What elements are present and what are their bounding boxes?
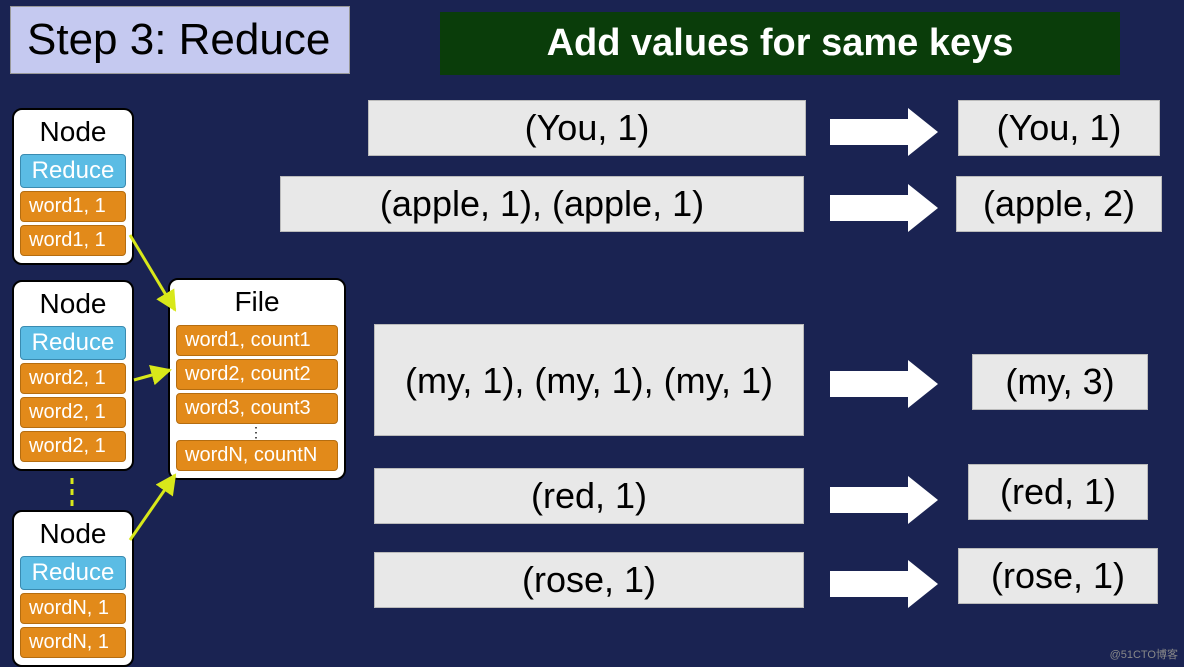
node-title: Node — [18, 286, 128, 324]
arrow-icon — [830, 476, 938, 524]
output-pair-5: (rose, 1) — [958, 548, 1158, 604]
file-item: word3, count3 — [176, 393, 338, 424]
arrow-icon — [830, 360, 938, 408]
node-title: Node — [18, 516, 128, 554]
output-pair-4: (red, 1) — [968, 464, 1148, 520]
reduce-label: Reduce — [20, 326, 126, 360]
reduce-label: Reduce — [20, 556, 126, 590]
input-pair-2: (apple, 1), (apple, 1) — [280, 176, 804, 232]
node-box-2: Node Reduce word2, 1 word2, 1 word2, 1 — [12, 280, 134, 471]
input-pair-4: (red, 1) — [374, 468, 804, 524]
input-pair-1: (You, 1) — [368, 100, 806, 156]
reduce-label: Reduce — [20, 154, 126, 188]
watermark: @51CTO博客 — [1110, 646, 1178, 662]
input-pair-3: (my, 1), (my, 1), (my, 1) — [374, 324, 804, 436]
word-item: wordN, 1 — [20, 593, 126, 624]
arrow-icon — [830, 184, 938, 232]
word-item: wordN, 1 — [20, 627, 126, 658]
input-pair-5: (rose, 1) — [374, 552, 804, 608]
output-pair-3: (my, 3) — [972, 354, 1148, 410]
file-item: wordN, countN — [176, 440, 338, 471]
arrow-icon — [830, 560, 938, 608]
ellipsis: ⋮ — [174, 427, 340, 437]
word-item: word1, 1 — [20, 225, 126, 256]
word-item: word2, 1 — [20, 363, 126, 394]
file-title: File — [174, 284, 340, 322]
node-box-3: Node Reduce wordN, 1 wordN, 1 — [12, 510, 134, 667]
file-box: File word1, count1 word2, count2 word3, … — [168, 278, 346, 480]
node-box-1: Node Reduce word1, 1 word1, 1 — [12, 108, 134, 265]
arrow-icon — [830, 108, 938, 156]
word-item: word2, 1 — [20, 431, 126, 462]
output-pair-2: (apple, 2) — [956, 176, 1162, 232]
word-item: word2, 1 — [20, 397, 126, 428]
word-item: word1, 1 — [20, 191, 126, 222]
file-item: word2, count2 — [176, 359, 338, 390]
input-pair-3-text: (my, 1), (my, 1), (my, 1) — [405, 358, 773, 403]
output-pair-1: (You, 1) — [958, 100, 1160, 156]
subtitle: Add values for same keys — [440, 12, 1120, 75]
step-title: Step 3: Reduce — [10, 6, 350, 74]
node-title: Node — [18, 114, 128, 152]
file-item: word1, count1 — [176, 325, 338, 356]
